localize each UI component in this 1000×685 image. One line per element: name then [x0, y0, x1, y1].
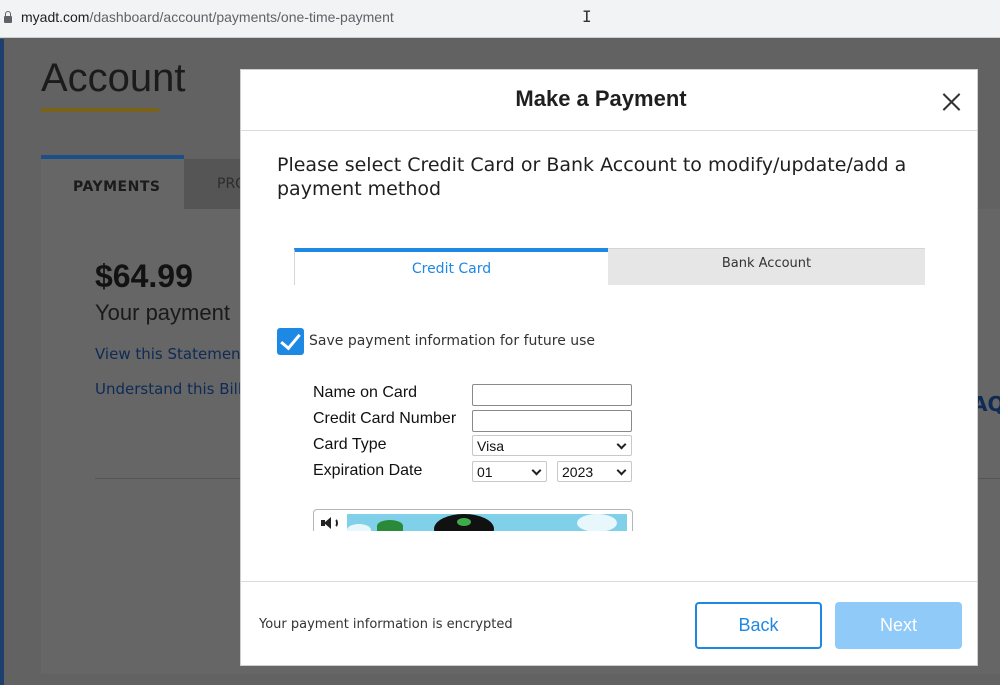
close-icon[interactable]	[936, 87, 966, 117]
modal-header: Make a Payment	[241, 70, 977, 131]
card-type-select[interactable]: Visa	[472, 435, 632, 456]
title-underline	[41, 108, 159, 112]
tab-credit-card-label: Credit Card	[411, 261, 492, 277]
chevron-down-icon	[531, 465, 542, 476]
next-button[interactable]: Next	[835, 602, 962, 649]
captcha-widget	[313, 509, 633, 531]
chevron-down-icon	[616, 465, 627, 476]
balance-amount: $64.99	[95, 258, 193, 294]
card-type-label: Card Type	[313, 436, 387, 453]
view-statement-link[interactable]: View this Statement	[95, 345, 246, 363]
understand-bill-link[interactable]: Understand this Bill	[95, 380, 242, 398]
tab-payments[interactable]: PAYMENTS	[41, 155, 184, 209]
name-on-card-label: Name on Card	[313, 384, 418, 401]
url-path: /dashboard/account/payments/one-time-pay…	[89, 9, 394, 25]
save-payment-label[interactable]: Save payment information for future use	[309, 333, 595, 349]
card-number-label: Credit Card Number	[313, 410, 457, 427]
payment-modal: Make a Payment Please select Credit Card…	[240, 69, 978, 666]
tab-profile[interactable]: PRO	[184, 159, 246, 209]
name-on-card-input[interactable]	[472, 384, 632, 406]
expiration-year-value: 2023	[562, 464, 594, 480]
tab-bank-account[interactable]: Bank Account	[608, 248, 925, 285]
chevron-down-icon	[616, 439, 627, 450]
modal-footer: Your payment information is encrypted Ba…	[241, 581, 977, 665]
tab-credit-card[interactable]: Credit Card	[294, 248, 608, 285]
back-button[interactable]: Back	[695, 602, 822, 649]
url-text[interactable]: myadt.com/dashboard/account/payments/one…	[21, 9, 394, 25]
expiration-year-select[interactable]: 2023	[557, 461, 632, 482]
url-host: myadt.com	[21, 9, 90, 25]
expiration-date-label: Expiration Date	[313, 462, 423, 479]
card-number-input[interactable]	[472, 410, 632, 432]
save-payment-checkbox[interactable]	[277, 328, 304, 355]
left-accent-strip	[0, 39, 4, 685]
expiration-month-value: 01	[477, 464, 493, 480]
payment-text: Your payment	[95, 300, 230, 325]
tab-bank-account-label: Bank Account	[721, 256, 812, 271]
lock-icon	[4, 11, 12, 25]
page-title: Account	[41, 56, 186, 100]
audio-speaker-icon[interactable]	[321, 516, 343, 530]
encryption-note: Your payment information is encrypted	[259, 617, 513, 632]
text-cursor-icon: I	[582, 7, 592, 26]
tab-payments-label: PAYMENTS	[73, 179, 161, 195]
captcha-image	[347, 514, 627, 531]
card-type-value: Visa	[477, 438, 504, 454]
modal-title: Make a Payment	[515, 86, 687, 111]
expiration-month-select[interactable]: 01	[472, 461, 547, 482]
address-bar[interactable]: myadt.com/dashboard/account/payments/one…	[0, 0, 1000, 38]
instruction-text: Please select Credit Card or Bank Accoun…	[277, 154, 907, 200]
